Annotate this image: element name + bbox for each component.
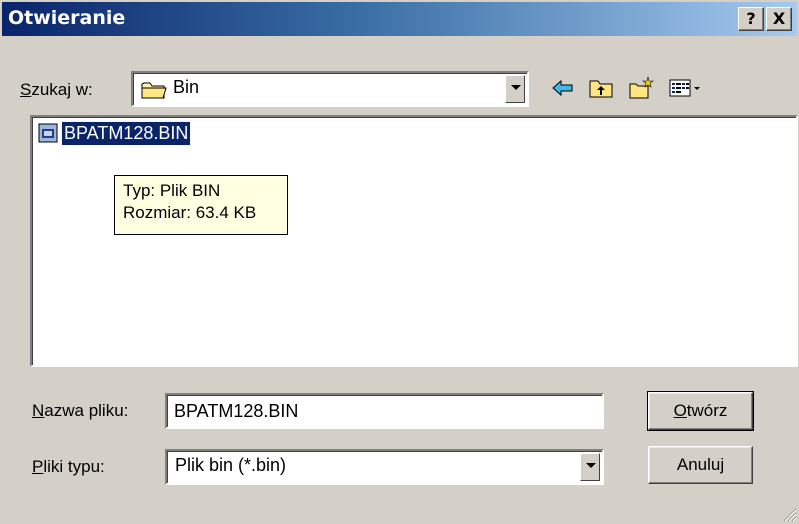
tooltip-size: Rozmiar: 63.4 KB — [123, 203, 257, 222]
up-one-level-icon[interactable] — [588, 76, 614, 100]
tooltip-type: Typ: Plik BIN — [123, 181, 221, 200]
file-name-label-text: Nazwa pliku: — [32, 401, 129, 420]
view-menu-icon[interactable] — [668, 76, 704, 100]
file-name-field[interactable]: BPATM128.BIN — [165, 393, 604, 429]
file-type-dropdown-button[interactable] — [580, 453, 600, 481]
new-folder-icon[interactable] — [628, 76, 654, 100]
file-name-value: BPATM128.BIN — [174, 401, 299, 421]
cancel-button[interactable]: Anuluj — [648, 446, 753, 484]
back-arrow-icon[interactable] — [550, 76, 576, 100]
look-in-value: Bin — [173, 77, 200, 97]
look-in-dropdown-button[interactable] — [505, 75, 525, 103]
file-type-combo[interactable]: Plik bin (*.bin) — [165, 449, 604, 485]
file-info-tooltip: Typ: Plik BIN Rozmiar: 63.4 KB — [114, 175, 288, 235]
close-button[interactable]: X — [766, 7, 792, 31]
open-button[interactable]: Otwórz — [647, 391, 754, 431]
title-bar[interactable]: Otwieranie ? X — [2, 2, 797, 36]
resize-grip[interactable] — [783, 508, 797, 522]
file-type-label: Pliki typu: — [32, 457, 105, 476]
help-button[interactable]: ? — [738, 7, 764, 31]
folder-icon — [141, 80, 167, 105]
look-in-combo[interactable]: Bin — [131, 71, 529, 107]
open-dialog: Otwieranie ? X Szukaj w: Bin BPATM128.BI… — [0, 0, 799, 524]
file-list[interactable]: BPATM128.BIN Typ: Plik BIN Rozmiar: 63.4… — [30, 115, 798, 367]
file-type-value: Plik bin (*.bin) — [175, 455, 287, 475]
file-name-label: BPATM128.BIN — [60, 121, 192, 146]
bin-file-icon — [38, 123, 58, 148]
dialog-title: Otwieranie — [8, 7, 126, 29]
look-in-label: Szukaj w: — [20, 80, 93, 99]
